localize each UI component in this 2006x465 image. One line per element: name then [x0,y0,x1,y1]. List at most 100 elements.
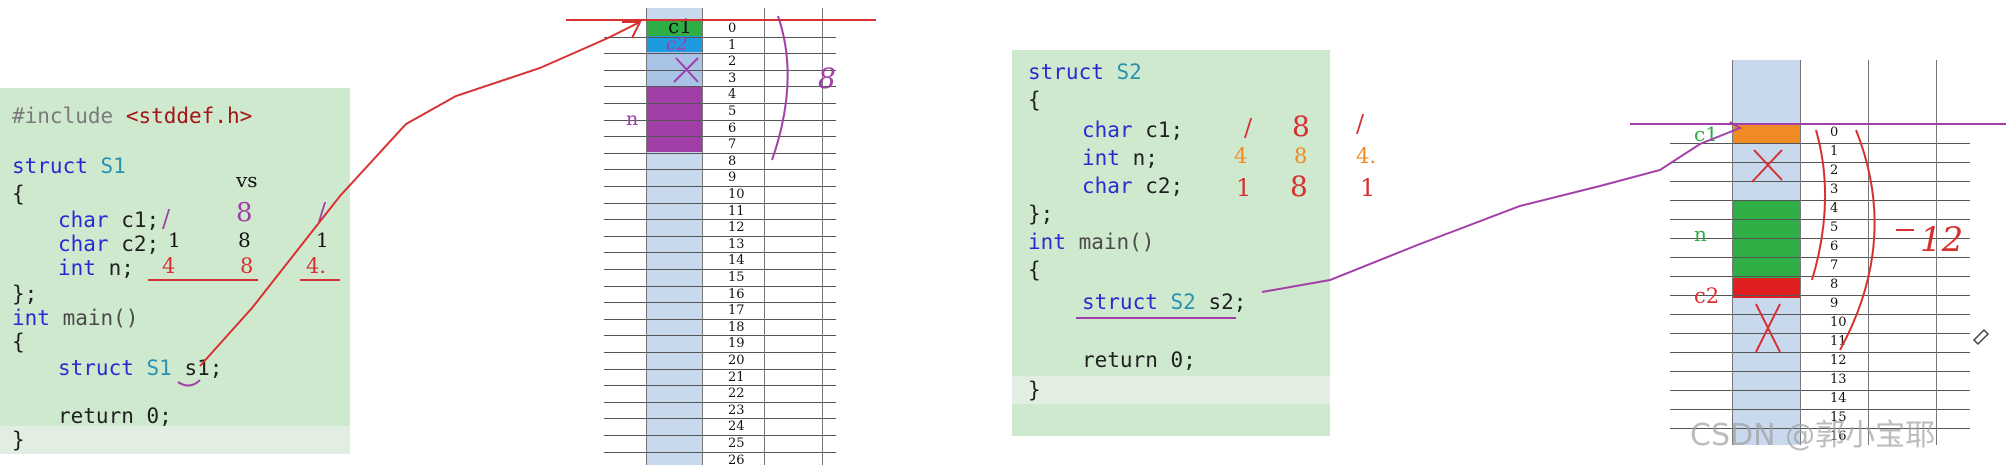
left-row-line [604,401,836,403]
right-byte-index: 0 [1830,125,1839,140]
left-row-line [604,136,836,138]
member-c1-name: c1; [121,208,160,232]
main-function-name: main() [1078,230,1155,254]
right-total-note: 12 [1920,220,1964,260]
left-row2-a: 1 [168,228,181,252]
right-row1-c: / [1356,110,1365,138]
left-byte-index: 18 [728,319,745,335]
left-row-line [604,352,836,353]
right-row-line [1670,200,1970,201]
right-byte-index: 5 [1830,220,1839,235]
member-c2-name: c2; [1145,174,1184,198]
s2-declaration: struct S2 s2; [1082,288,1330,316]
member-c1-type: char [58,208,109,232]
left-byte-index: 22 [728,386,745,402]
left-row-line [604,119,836,121]
include-file: <stddef.h> [125,104,253,128]
right-byte-index: 14 [1830,391,1847,406]
return-statement: return 0; [1082,348,1196,372]
decl-type: S2 [1170,290,1196,314]
left-byte-index: 14 [728,253,745,269]
main-return-type: int [1028,230,1066,254]
decl-type: S1 [146,356,172,380]
left-byte-index: 3 [728,70,737,86]
left-grid-vline [702,8,703,465]
member-n-name: n; [1132,146,1158,170]
right-row-line [1670,162,1970,163]
left-row3-b: 8 [240,254,254,278]
right-label-n: n [1694,222,1707,246]
left-byte-index: 23 [728,402,745,418]
right-row-line [1670,314,1970,315]
right-byte-index: 1 [1830,144,1839,159]
left-byte-index: 10 [728,187,745,202]
left-byte-index: 19 [728,336,745,352]
struct-open-brace: { [1028,88,1041,112]
struct-name: S2 [1116,60,1142,84]
left-byte-index: 1 [728,37,737,53]
member-c2-name: c2; [121,232,160,256]
right-row3-b: 8 [1290,170,1308,203]
left-memory-grid: 0 1 2 3 4 5 6 7 8 9 10 11 12 13 14 15 16 17 18 19 20 21 22 23 24… [604,8,836,465]
left-row-line [604,86,836,88]
right-row-line [1670,333,1970,334]
left-byte-index: 2 [728,54,737,70]
member-n-type: int [1082,146,1120,170]
right-byte-index: 13 [1830,372,1847,387]
right-cell-c1 [1732,124,1800,144]
member-n-name: n; [108,256,134,280]
right-byte-index: 10 [1830,315,1847,330]
struct-name: S1 [100,154,126,178]
right-byte-index: 2 [1830,163,1839,178]
left-row-line [604,53,836,55]
right-row3-a: 1 [1236,174,1252,202]
right-byte-index: 6 [1830,239,1839,254]
main-function-name: main() [62,306,139,330]
right-byte-index: 12 [1830,353,1847,368]
right-byte-index: 8 [1830,277,1839,292]
left-row2-c: 1 [316,228,329,252]
right-row-line [1670,352,1970,353]
left-row-line [604,252,836,254]
decl-struct-keyword: struct [58,356,134,380]
left-byte-index: 25 [728,436,745,451]
main-decl: int main() [1028,228,1330,256]
struct-keyword: struct [12,154,88,178]
right-row-line [1670,276,1970,277]
left-row2-b: 8 [238,228,251,252]
right-byte-index: 4 [1830,201,1839,216]
right-row1-a: / [1244,114,1253,142]
struct-s1-decl: struct S1 [12,152,350,180]
left-byte-index: 7 [728,137,737,153]
left-row-line [604,418,836,420]
left-row3-a: 4 [162,254,176,278]
s1-declaration: struct S1 s1; [58,354,350,382]
include-line: #include <stddef.h> [12,102,350,130]
left-byte-index: 11 [728,203,745,219]
left-byte-index: 4 [728,87,737,103]
right-grid-vline [1800,60,1801,445]
struct-keyword: struct [1028,60,1104,84]
left-row-line [604,335,836,337]
left-grid-vline [764,8,765,465]
right-row1-b: 8 [1292,110,1310,143]
left-row-line [604,152,836,154]
struct-close: }; [1028,202,1054,226]
member-n-type: int [58,256,96,280]
left-byte-index: 12 [728,220,745,236]
left-byte-index: 6 [728,120,737,136]
right-row-line [1670,181,1970,182]
left-row-line [604,169,836,171]
member-c1-name: c1; [1145,118,1184,142]
main-return-type: int [12,306,50,330]
vs-label: vs [236,168,258,192]
left-row1-b: 8 [236,198,253,228]
left-grid-vline [646,8,647,465]
member-c2-type: char [58,232,109,256]
watermark: CSDN @郭小宝耶 [1690,418,1936,453]
left-row-line [604,69,836,71]
left-total-note: 8 [818,62,836,95]
left-row-line [604,202,836,204]
right-row-line [1670,390,1970,391]
left-byte-index: 8 [728,153,737,169]
